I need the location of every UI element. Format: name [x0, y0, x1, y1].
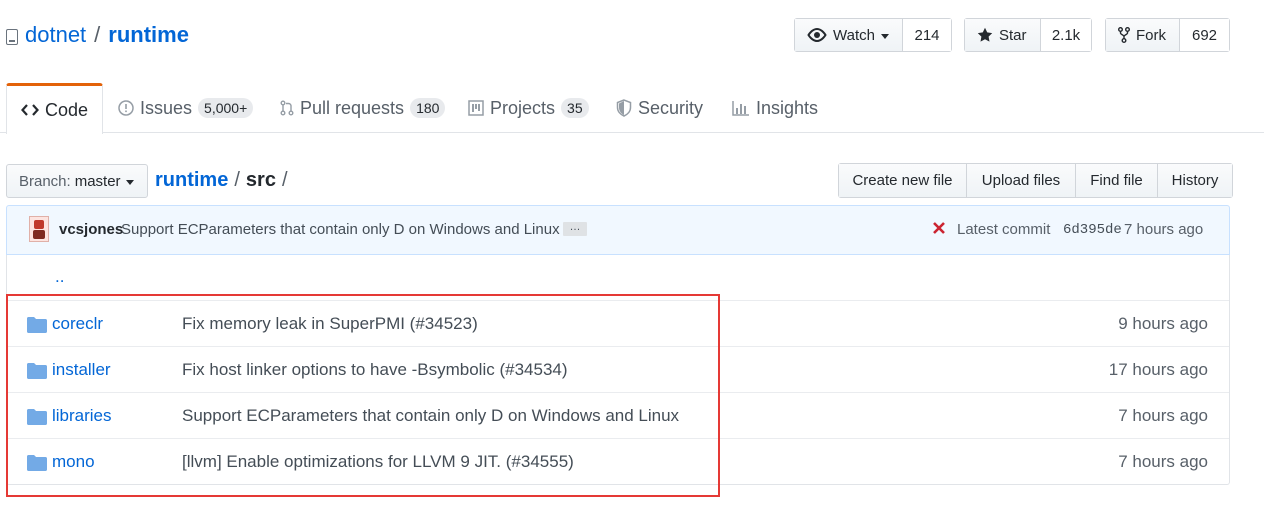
file-commit-message-link[interactable]: Fix host linker options to have -Bsymbol…: [182, 360, 568, 380]
file-name-link[interactable]: installer: [52, 360, 111, 380]
tab-code[interactable]: Code: [6, 83, 104, 134]
breadcrumb-separator: /: [281, 169, 288, 191]
watch-label: Watch: [833, 26, 875, 44]
folder-icon: [27, 363, 47, 384]
file-navigation: Create new file Upload files Find file H…: [838, 163, 1233, 198]
table-row: coreclr Fix memory leak in SuperPMI (#34…: [7, 300, 1229, 347]
fork-button[interactable]: Fork: [1106, 19, 1180, 51]
watch-count[interactable]: 214: [903, 19, 951, 51]
tab-issues-counter: 5,000+: [198, 98, 254, 118]
repo-owner-link[interactable]: dotnet: [25, 21, 86, 49]
file-commit-message-link[interactable]: Support ECParameters that contain only D…: [182, 406, 679, 426]
fork-group: Fork 692: [1105, 18, 1230, 52]
star-count[interactable]: 2.1k: [1041, 19, 1091, 51]
tab-pull-requests-counter: 180: [410, 98, 446, 118]
folder-icon: [27, 455, 47, 476]
repo-forked-icon: [1118, 27, 1130, 43]
branch-label: Branch:: [19, 172, 71, 190]
git-pull-request-icon: [280, 100, 294, 116]
tab-security[interactable]: Security: [616, 83, 703, 133]
tab-insights-label: Insights: [756, 97, 819, 118]
eye-icon: [807, 28, 827, 42]
tab-projects-counter: 35: [561, 98, 589, 118]
watch-button[interactable]: Watch: [795, 19, 903, 51]
file-name-link[interactable]: coreclr: [52, 314, 103, 334]
code-icon: [21, 103, 39, 117]
chevron-down-icon: [125, 179, 134, 185]
tab-projects[interactable]: Projects 35: [468, 83, 589, 133]
breadcrumb-root-link[interactable]: runtime: [155, 169, 228, 191]
project-icon: [468, 100, 484, 116]
tab-projects-label: Projects: [490, 97, 556, 118]
repo-title: dotnet / runtime: [6, 21, 189, 49]
fork-count[interactable]: 692: [1180, 19, 1229, 51]
table-row: mono [llvm] Enable optimizations for LLV…: [7, 438, 1229, 485]
commit-expand-button[interactable]: …: [563, 222, 587, 236]
star-group: Star 2.1k: [964, 18, 1092, 52]
breadcrumb: runtime / src /: [155, 167, 294, 193]
commit-author-link[interactable]: vcsjones: [59, 221, 123, 238]
commit-sha-link[interactable]: 6d395de: [1063, 222, 1122, 238]
graph-icon: [732, 100, 750, 116]
parent-directory-row: ..: [7, 255, 1229, 301]
file-age: 7 hours ago: [1118, 452, 1208, 471]
folder-icon: [27, 317, 47, 338]
latest-commit-bar: vcsjones Support ECParameters that conta…: [6, 205, 1230, 255]
find-file-button[interactable]: Find file: [1076, 164, 1158, 197]
file-commit-message-link[interactable]: Fix memory leak in SuperPMI (#34523): [182, 314, 478, 334]
latest-commit-label: Latest commit: [957, 221, 1051, 238]
tab-security-label: Security: [638, 97, 704, 118]
star-button[interactable]: Star: [965, 19, 1041, 51]
file-age: 9 hours ago: [1118, 314, 1208, 333]
parent-directory-link[interactable]: ..: [55, 267, 64, 287]
tab-code-label: Code: [45, 99, 89, 120]
file-name-link[interactable]: libraries: [52, 406, 112, 426]
branch-value: master: [74, 172, 121, 190]
breadcrumb-current: src: [245, 169, 276, 191]
fork-label: Fork: [1136, 26, 1166, 44]
shield-icon: [616, 99, 632, 117]
file-name-link[interactable]: mono: [52, 452, 95, 472]
tab-pull-requests[interactable]: Pull requests 180: [280, 83, 446, 133]
file-age: 17 hours ago: [1108, 360, 1208, 379]
folder-icon: [27, 409, 47, 430]
breadcrumb-separator: /: [234, 169, 240, 191]
create-new-file-button[interactable]: Create new file: [839, 164, 967, 197]
tab-pull-requests-label: Pull requests: [300, 97, 405, 118]
upload-files-button[interactable]: Upload files: [967, 164, 1076, 197]
chevron-down-icon: [880, 33, 889, 39]
table-row: installer Fix host linker options to hav…: [7, 346, 1229, 393]
history-button[interactable]: History: [1158, 164, 1232, 197]
avatar[interactable]: [29, 216, 49, 242]
star-icon: [977, 27, 993, 42]
file-age: 7 hours ago: [1118, 406, 1208, 425]
watch-group: Watch 214: [794, 18, 952, 52]
tab-insights[interactable]: Insights: [732, 83, 818, 133]
branch-select[interactable]: Branch: master: [6, 164, 148, 198]
star-label: Star: [999, 26, 1027, 44]
file-list: .. coreclr Fix memory leak in SuperPMI (…: [6, 255, 1230, 485]
commit-age: 7 hours ago: [1124, 221, 1204, 238]
table-row: libraries Support ECParameters that cont…: [7, 392, 1229, 439]
tab-issues[interactable]: Issues 5,000+: [118, 83, 254, 133]
commit-message-link[interactable]: Support ECParameters that contain only D…: [121, 221, 560, 238]
repo-name-link[interactable]: runtime: [108, 21, 189, 49]
tab-issues-label: Issues: [140, 97, 193, 118]
status-failure-icon[interactable]: [931, 220, 947, 240]
repo-title-separator: /: [94, 22, 101, 47]
repo-icon: [6, 29, 18, 45]
issue-opened-icon: [118, 100, 134, 116]
file-commit-message-link[interactable]: [llvm] Enable optimizations for LLVM 9 J…: [182, 452, 574, 472]
